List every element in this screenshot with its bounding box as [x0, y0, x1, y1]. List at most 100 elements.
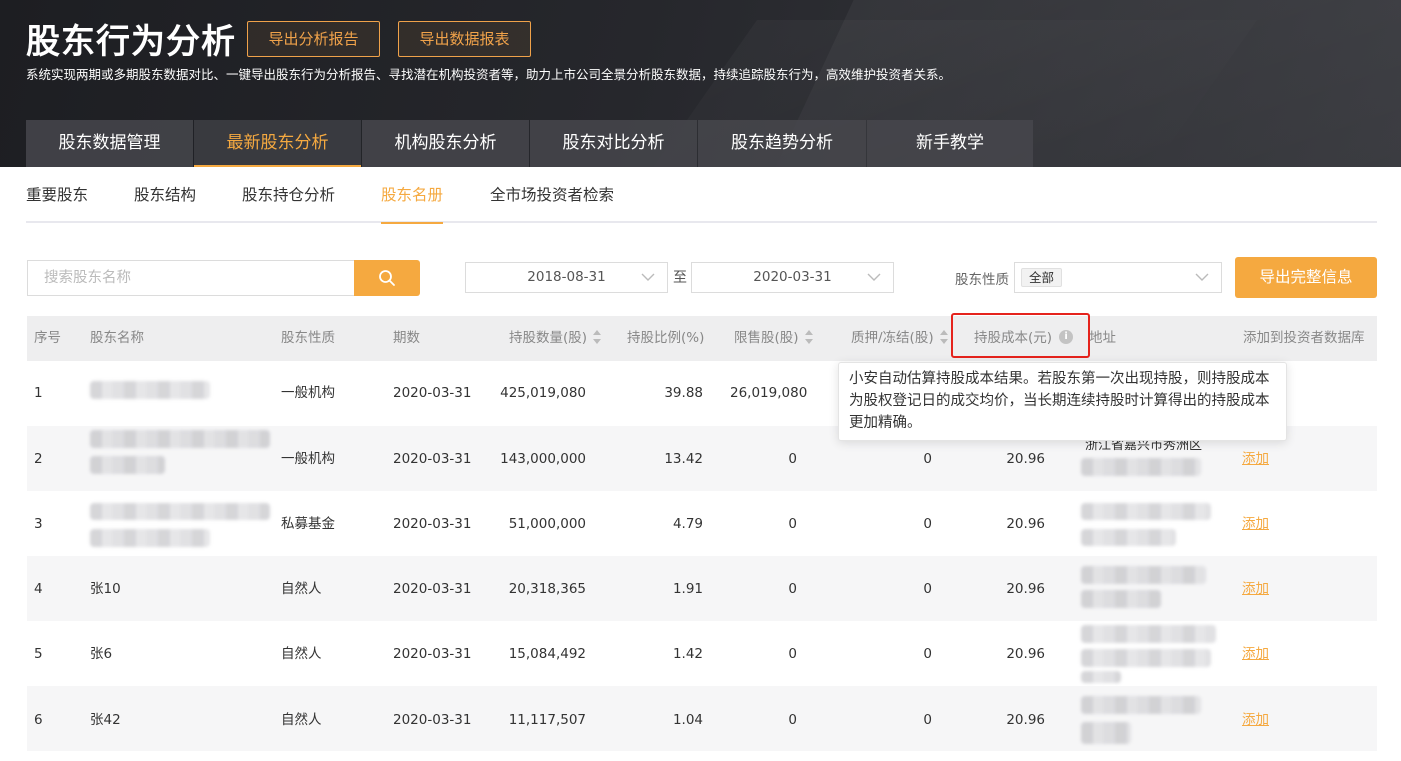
cost-tooltip: 小安自动估算持股成本结果。若股东第一次出现持股，则持股成本为股权登记日的成交均价… [838, 362, 1287, 441]
search-input[interactable]: 搜索股东名称 [27, 260, 354, 296]
row-restricted: 0 [788, 712, 797, 728]
row-restricted: 0 [788, 581, 797, 597]
property-select[interactable]: 全部 [1014, 262, 1222, 293]
main-tabs: 股东数据管理 最新股东分析 机构股东分析 股东对比分析 股东趋势分析 新手教学 [26, 120, 1034, 167]
chevron-down-icon [867, 273, 881, 281]
row-shares: 11,117,507 [508, 712, 586, 728]
add-to-db-link[interactable]: 添加 [1242, 579, 1269, 599]
row-name: 张10 [90, 581, 121, 597]
end-date-picker[interactable]: 2020-03-31 [691, 262, 894, 293]
subtab-important-shareholders[interactable]: 重要股东 [26, 184, 88, 206]
subtab-shareholder-register[interactable]: 股东名册 [381, 184, 444, 224]
sort-icon[interactable] [593, 330, 602, 344]
row-restricted: 0 [788, 451, 797, 467]
add-to-db-link[interactable]: 添加 [1242, 514, 1269, 534]
row-pledged: 0 [923, 646, 932, 662]
page-subtitle: 系统实现两期或多期股东数据对比、一键导出股东行为分析报告、寻找潜在机构投资者等，… [26, 67, 952, 82]
redacted-address [1081, 696, 1201, 714]
row-period: 2020-03-31 [393, 712, 472, 728]
header-shares-col[interactable]: 持股数量(股) [509, 316, 602, 361]
cost-header-highlight [951, 313, 1090, 358]
chevron-down-icon [1195, 273, 1209, 281]
tab-shareholder-comparison[interactable]: 股东对比分析 [530, 120, 697, 167]
header-add-to-db: 添加到投资者数据库 [1243, 330, 1365, 346]
export-report-button[interactable]: 导出分析报告 [247, 21, 380, 57]
header-period: 期数 [393, 330, 420, 346]
row-name: 张6 [90, 646, 113, 662]
redacted-address [1081, 566, 1206, 584]
header-address: 地址 [1089, 330, 1116, 346]
row-restricted: 0 [788, 516, 797, 532]
subtab-market-investor-search[interactable]: 全市场投资者检索 [490, 184, 614, 206]
row-property: 自然人 [281, 646, 322, 662]
property-selected-tag[interactable]: 全部 [1021, 268, 1063, 287]
chevron-down-icon [641, 273, 655, 281]
header-restricted: 限售股(股) [734, 330, 799, 346]
header-property: 股东性质 [281, 330, 335, 346]
add-to-db-link[interactable]: 添加 [1242, 710, 1269, 730]
row-property: 私募基金 [281, 516, 335, 532]
redacted-address [1081, 458, 1201, 476]
redacted-address [1081, 590, 1161, 608]
row-ratio: 13.42 [664, 451, 703, 467]
start-date-picker[interactable]: 2018-08-31 [465, 262, 668, 293]
row-index: 2 [34, 451, 43, 467]
row-index: 3 [34, 516, 43, 532]
tab-shareholder-trend[interactable]: 股东趋势分析 [698, 120, 866, 167]
tab-tutorial[interactable]: 新手教学 [867, 120, 1033, 167]
tab-latest-shareholder-analysis[interactable]: 最新股东分析 [194, 120, 361, 167]
row-shares: 15,084,492 [508, 646, 586, 662]
row-period: 2020-03-31 [393, 385, 472, 401]
row-restricted: 26,019,080 [730, 385, 808, 401]
redacted-name [90, 503, 270, 520]
row-cost: 20.96 [1006, 516, 1045, 532]
sort-icon[interactable] [939, 330, 948, 344]
row-period: 2020-03-31 [393, 646, 472, 662]
add-to-db-link[interactable]: 添加 [1242, 449, 1269, 469]
redacted-address [1081, 503, 1211, 520]
row-cost: 20.96 [1006, 451, 1045, 467]
row-pledged: 0 [923, 516, 932, 532]
row-cost: 20.96 [1006, 581, 1045, 597]
row-index: 4 [34, 581, 43, 597]
search-button[interactable] [354, 260, 420, 296]
row-pledged: 0 [923, 451, 932, 467]
export-full-info-button[interactable]: 导出完整信息 [1235, 257, 1377, 298]
row-name: 张42 [90, 712, 121, 728]
row-property: 一般机构 [281, 451, 335, 467]
table-row: 4 张10 自然人 2020-03-31 20,318,365 1.91 0 0… [27, 556, 1377, 621]
row-shares: 51,000,000 [508, 516, 586, 532]
row-restricted: 0 [788, 646, 797, 662]
add-to-db-link[interactable]: 添加 [1242, 644, 1269, 664]
header-pledged-col[interactable]: 质押/冻结(股) [851, 316, 948, 361]
row-ratio: 1.91 [672, 581, 703, 597]
search-icon [379, 270, 395, 286]
row-cost: 20.96 [1006, 712, 1045, 728]
tab-shareholder-data-management[interactable]: 股东数据管理 [26, 120, 193, 167]
header-shares: 持股数量(股) [509, 330, 588, 346]
redacted-name [90, 456, 165, 474]
redacted-address [1081, 671, 1121, 683]
start-date-value: 2018-08-31 [527, 269, 606, 285]
sort-icon[interactable] [804, 330, 813, 344]
row-shares: 143,000,000 [500, 451, 586, 467]
table-header: 序号 股东名称 股东性质 期数 持股数量(股) 持股比例(%) 限售股(股) 质… [27, 316, 1377, 361]
row-property: 自然人 [281, 581, 322, 597]
header-ratio: 持股比例(%) [627, 330, 705, 346]
redacted-address [1081, 649, 1211, 667]
export-data-button[interactable]: 导出数据报表 [398, 21, 531, 57]
row-ratio: 1.42 [672, 646, 703, 662]
row-pledged: 0 [923, 581, 932, 597]
table-row: 3 私募基金 2020-03-31 51,000,000 4.79 0 0 20… [27, 491, 1377, 556]
table-row: 5 张6 自然人 2020-03-31 15,084,492 1.42 0 0 … [27, 621, 1377, 686]
redacted-address [1081, 529, 1176, 546]
date-separator: 至 [673, 270, 687, 286]
tab-institutional-shareholder-analysis[interactable]: 机构股东分析 [362, 120, 529, 167]
page-title: 股东行为分析 [26, 22, 236, 62]
subtab-shareholder-structure[interactable]: 股东结构 [134, 184, 196, 206]
property-filter-label: 股东性质 [955, 272, 1009, 288]
subtab-holding-analysis[interactable]: 股东持仓分析 [242, 184, 335, 206]
header-pledged: 质押/冻结(股) [851, 330, 934, 346]
row-cost: 20.96 [1006, 646, 1045, 662]
header-restricted-col[interactable]: 限售股(股) [734, 316, 813, 361]
